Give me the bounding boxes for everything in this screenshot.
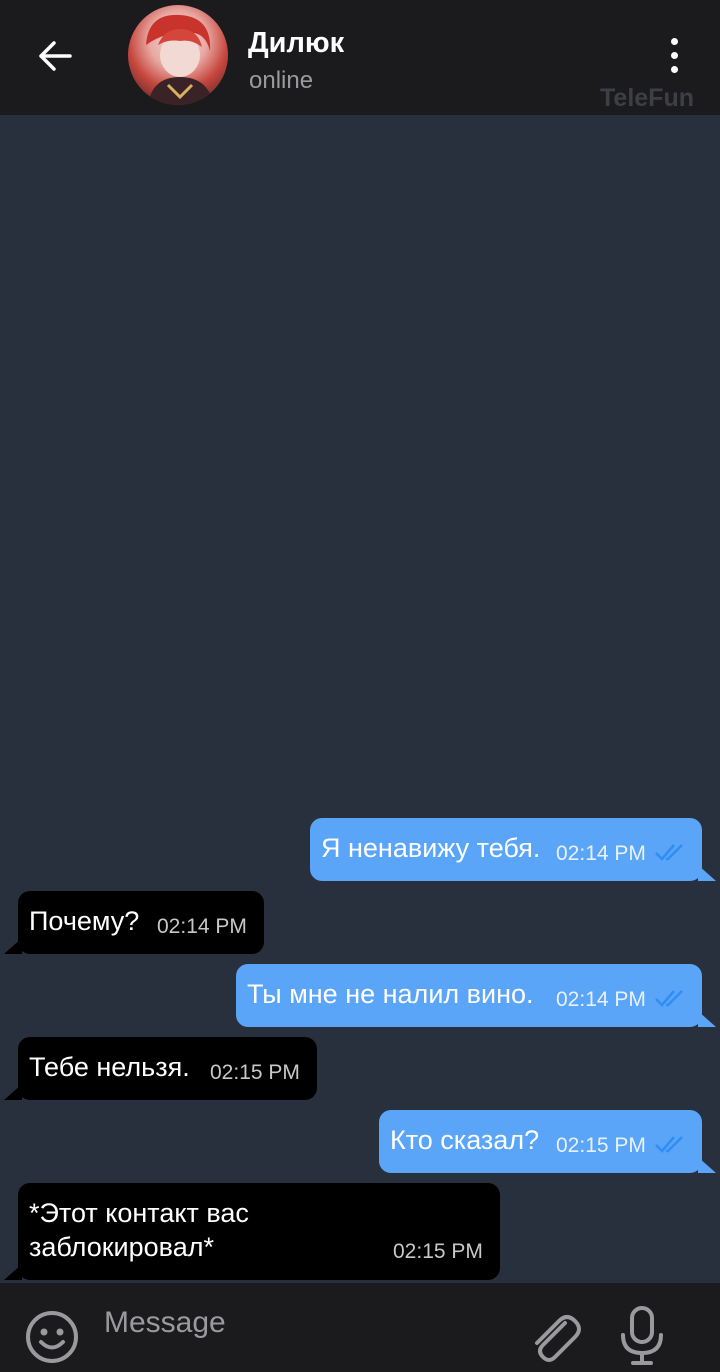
double-check-read-icon: [655, 990, 683, 1007]
outgoing-message[interactable]: Я ненавижу тебя. 02:14 PM: [310, 818, 716, 881]
message-time: 02:14 PM: [157, 915, 247, 938]
message-input[interactable]: [104, 1303, 484, 1343]
message-text: Тебе нельзя.: [29, 1052, 190, 1082]
message-time: 02:15 PM: [393, 1240, 483, 1263]
watermark: TeleFun: [600, 84, 694, 112]
back-button[interactable]: [30, 34, 80, 78]
arrow-left-icon: [39, 41, 72, 71]
kebab-dot: [671, 66, 678, 73]
voice-message-button[interactable]: [617, 1305, 667, 1367]
double-check-read-icon: [655, 1136, 683, 1153]
incoming-message[interactable]: Тебе нельзя. 02:15 PM: [4, 1037, 317, 1100]
outgoing-message[interactable]: Ты мне не налил вино. 02:14 PM: [236, 964, 716, 1027]
incoming-message[interactable]: Почему? 02:14 PM: [4, 891, 264, 954]
microphone-icon: [621, 1306, 663, 1365]
emoji-icon: [26, 1311, 78, 1363]
emoji-button[interactable]: [24, 1309, 80, 1365]
bubble-tail: [698, 1011, 716, 1027]
message-text-line-1: *Этот контакт вас: [29, 1198, 249, 1228]
kebab-dot: [671, 52, 678, 59]
attach-button[interactable]: [525, 1305, 581, 1365]
message-text-line-2: заблокировал*: [29, 1232, 214, 1262]
paperclip-icon: [535, 1315, 581, 1362]
bubble-tail: [4, 1084, 22, 1100]
message-text: Я ненавижу тебя.: [321, 833, 541, 863]
message-time: 02:15 PM: [556, 1134, 646, 1157]
incoming-message[interactable]: *Этот контакт вас заблокировал* 02:15 PM: [4, 1183, 500, 1280]
message-composer: [0, 1283, 720, 1372]
contact-avatar[interactable]: [128, 5, 228, 105]
bubble-tail: [698, 865, 716, 881]
message-text: Кто сказал?: [390, 1125, 540, 1155]
message-time: 02:14 PM: [556, 988, 646, 1011]
message-time: 02:15 PM: [210, 1061, 300, 1084]
contact-name[interactable]: Дилюк: [248, 26, 344, 60]
more-options-button[interactable]: [660, 35, 690, 77]
kebab-menu-icon: [671, 38, 678, 45]
avatar-image: [146, 14, 214, 105]
contact-status: online: [249, 67, 314, 94]
outgoing-message[interactable]: Кто сказал? 02:15 PM: [379, 1110, 716, 1173]
message-time: 02:14 PM: [556, 842, 646, 865]
message-text: Почему?: [29, 906, 140, 936]
message-text: Ты мне не налил вино.: [247, 979, 534, 1009]
bubble-tail: [698, 1157, 716, 1173]
chat-header: Дилюк online TeleFun: [0, 0, 720, 115]
bubble-tail: [4, 1264, 22, 1280]
double-check-read-icon: [655, 844, 683, 861]
bubble-tail: [4, 938, 22, 954]
